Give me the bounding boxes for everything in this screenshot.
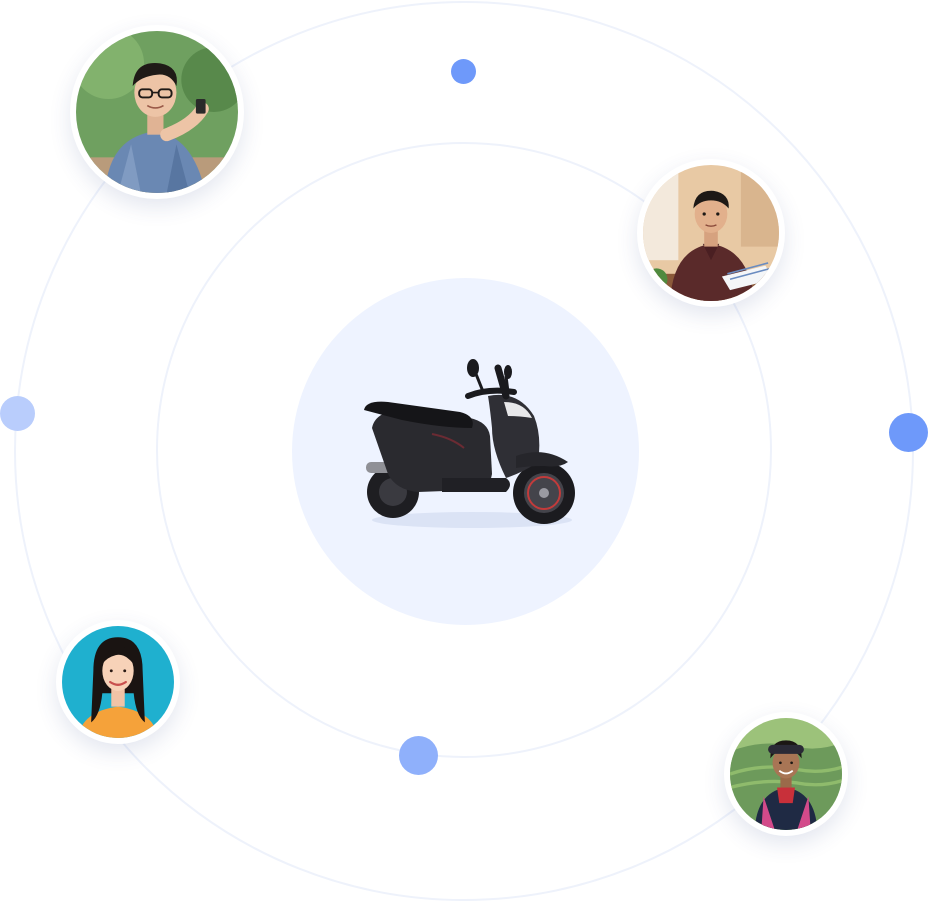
avatar-photo bbox=[62, 626, 174, 738]
orbit-dot-bottom bbox=[399, 736, 438, 775]
avatar-photo bbox=[730, 718, 842, 830]
avatar-man-office bbox=[637, 159, 785, 307]
orbit-dot-right bbox=[889, 413, 928, 452]
avatar-woman-traditional-dress bbox=[724, 712, 848, 836]
scooter-icon bbox=[292, 278, 639, 625]
center-circle bbox=[292, 278, 639, 625]
avatar-woman-orange-top bbox=[56, 620, 180, 744]
orbit-dot-top bbox=[451, 59, 476, 84]
avatar-photo bbox=[76, 31, 238, 193]
orbit-dot-left bbox=[0, 396, 35, 431]
orbit-illustration bbox=[0, 0, 928, 905]
avatar-man-with-glasses bbox=[70, 25, 244, 199]
avatar-photo bbox=[643, 165, 779, 301]
